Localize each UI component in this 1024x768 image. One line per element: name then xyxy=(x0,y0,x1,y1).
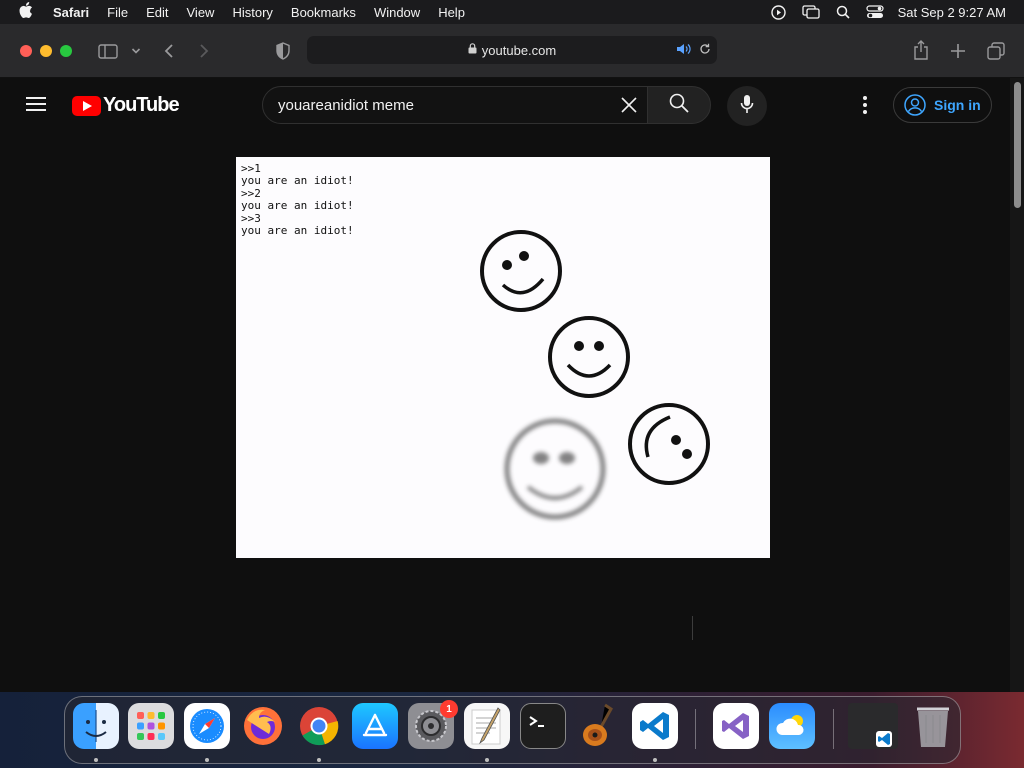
menu-bar: Safari File Edit View History Bookmarks … xyxy=(0,0,1024,24)
sign-in-label: Sign in xyxy=(934,97,981,113)
video-player[interactable]: >>1 you are an idiot! >>2 you are an idi… xyxy=(236,157,770,558)
dock: 1 xyxy=(64,696,961,764)
menu-bookmarks[interactable]: Bookmarks xyxy=(282,5,365,20)
share-icon[interactable] xyxy=(907,36,935,64)
lock-icon xyxy=(468,43,477,57)
reload-icon[interactable] xyxy=(699,43,711,58)
menu-file[interactable]: File xyxy=(98,5,137,20)
garageband-icon[interactable] xyxy=(576,703,622,749)
address-bar[interactable]: youtube.com xyxy=(307,36,717,64)
firefox-icon[interactable] xyxy=(240,703,286,749)
spotlight-search-icon[interactable] xyxy=(834,5,852,19)
menu-safari[interactable]: Safari xyxy=(44,5,98,20)
divider xyxy=(692,616,693,640)
clear-search-icon[interactable] xyxy=(617,93,641,117)
menu-view[interactable]: View xyxy=(178,5,224,20)
fullscreen-window-button[interactable] xyxy=(60,44,72,57)
menubar-clock[interactable]: Sat Sep 2 9:27 AM xyxy=(898,5,1006,20)
search-button[interactable] xyxy=(647,86,711,124)
menu-window[interactable]: Window xyxy=(365,5,429,20)
window-controls xyxy=(20,44,72,57)
smiley-faces xyxy=(480,230,710,520)
youtube-play-icon xyxy=(72,95,101,116)
page-scrollbar[interactable] xyxy=(1010,78,1024,692)
menu-hamburger-icon[interactable] xyxy=(26,97,46,111)
scrollbar-thumb[interactable] xyxy=(1014,82,1021,208)
youtube-wordmark: YouTube xyxy=(103,94,180,116)
smiley-face-1 xyxy=(480,230,562,312)
running-indicator xyxy=(653,758,657,762)
menu-history[interactable]: History xyxy=(223,5,281,20)
new-tab-plus-icon[interactable] xyxy=(944,37,972,65)
running-indicator xyxy=(485,758,489,762)
chrome-icon[interactable] xyxy=(296,703,342,749)
account-icon xyxy=(904,94,926,116)
search-icon xyxy=(669,93,689,118)
sidebar-toggle-icon[interactable] xyxy=(94,37,122,65)
menu-edit[interactable]: Edit xyxy=(137,5,177,20)
address-url: youtube.com xyxy=(481,42,557,58)
weather-icon[interactable] xyxy=(769,703,815,749)
minimize-window-button[interactable] xyxy=(40,44,52,57)
screen-mirroring-icon[interactable] xyxy=(801,5,820,19)
tab-groups-chevron-icon[interactable] xyxy=(122,37,150,65)
finder-icon[interactable] xyxy=(73,703,119,749)
dock-separator xyxy=(695,709,696,749)
safari-app-icon[interactable] xyxy=(184,703,230,749)
system-settings-icon[interactable]: 1 xyxy=(408,700,458,749)
search-query: youareanidiot meme xyxy=(278,96,414,114)
textedit-icon[interactable] xyxy=(464,703,510,749)
forward-arrow-icon[interactable] xyxy=(190,37,218,65)
microphone-icon xyxy=(740,94,754,119)
vscode-icon[interactable] xyxy=(632,703,678,749)
control-center-icon[interactable] xyxy=(865,5,884,19)
notification-badge: 1 xyxy=(440,700,458,718)
back-arrow-icon[interactable] xyxy=(155,37,183,65)
smiley-face-2 xyxy=(548,316,630,398)
dock-separator xyxy=(833,709,834,749)
play-status-icon[interactable] xyxy=(770,4,788,20)
smiley-face-3 xyxy=(628,403,710,485)
close-window-button[interactable] xyxy=(20,44,32,57)
running-indicator xyxy=(317,758,321,762)
voice-search-button[interactable] xyxy=(727,86,767,126)
minimized-window-thumbnail[interactable] xyxy=(848,703,898,749)
tab-overview-icon[interactable] xyxy=(982,37,1010,65)
more-vertical-icon xyxy=(863,95,867,116)
running-indicator xyxy=(205,758,209,762)
youtube-header: YouTube youareanidiot meme Sign in xyxy=(0,78,1010,134)
app-store-icon[interactable] xyxy=(352,703,398,749)
settings-more-button[interactable] xyxy=(852,92,878,118)
safari-toolbar: youtube.com xyxy=(0,24,1024,78)
search-input[interactable]: youareanidiot meme xyxy=(262,86,648,124)
visual-studio-icon[interactable] xyxy=(713,703,759,749)
audio-playing-icon[interactable] xyxy=(676,43,691,58)
terminal-icon[interactable] xyxy=(520,703,566,749)
apple-menu-icon[interactable] xyxy=(8,2,44,22)
youtube-logo[interactable]: YouTube xyxy=(72,94,180,117)
privacy-shield-icon[interactable] xyxy=(269,37,297,65)
trash-icon[interactable] xyxy=(910,703,956,749)
smiley-face-blurred xyxy=(504,418,606,520)
launchpad-icon[interactable] xyxy=(128,703,174,749)
running-indicator xyxy=(94,758,98,762)
page-content: YouTube youareanidiot meme Sign in >>1 y… xyxy=(0,78,1024,692)
menu-help[interactable]: Help xyxy=(429,5,474,20)
sign-in-button[interactable]: Sign in xyxy=(893,87,992,123)
